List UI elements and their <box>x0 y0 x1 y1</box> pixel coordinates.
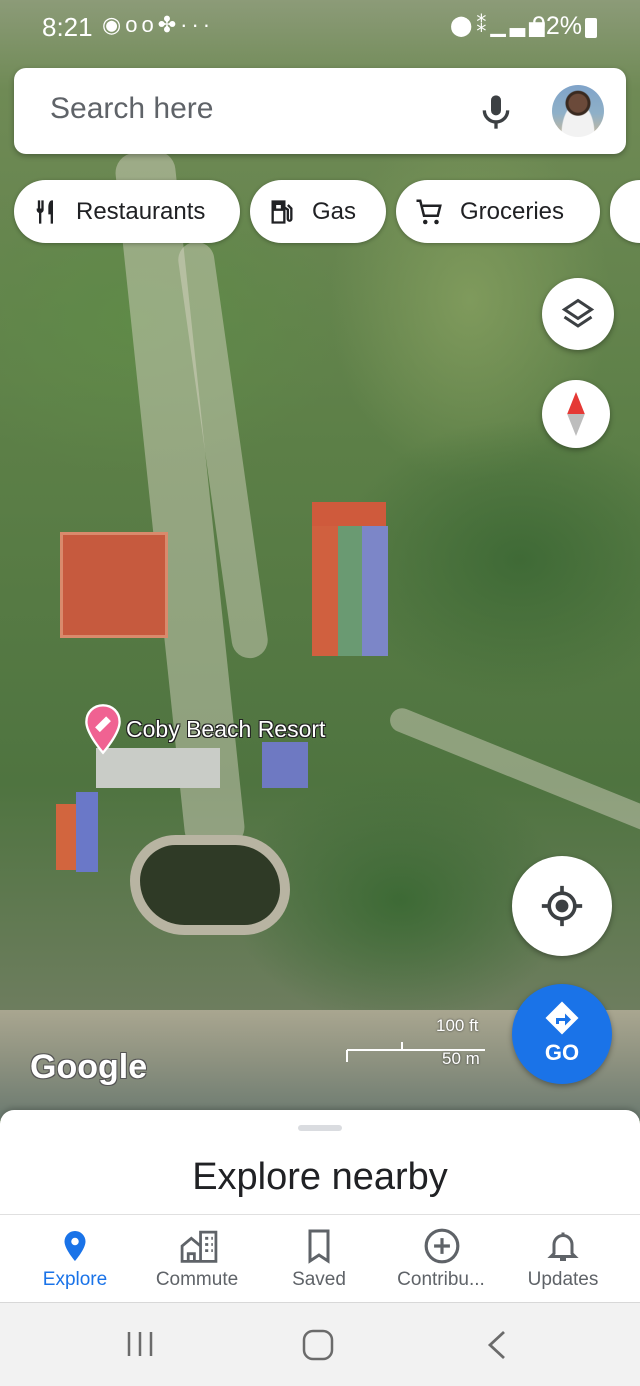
home-icon[interactable] <box>302 1329 334 1361</box>
place-pin-icon[interactable] <box>84 703 122 755</box>
mic-icon[interactable] <box>476 90 516 134</box>
swimming-pool <box>140 845 280 925</box>
account-avatar[interactable] <box>552 85 604 137</box>
battery-icon <box>585 18 597 38</box>
notification-icons: ◉ᴏᴏ✤··· <box>102 12 214 38</box>
commute-icon <box>180 1230 218 1263</box>
chip-groceries[interactable]: Groceries <box>396 180 600 243</box>
search-bar[interactable] <box>14 68 626 154</box>
go-label: GO <box>544 1040 580 1065</box>
my-location-button[interactable] <box>512 856 612 956</box>
scale-ft: 100 ft <box>436 1016 479 1035</box>
go-button[interactable]: GO <box>512 984 612 1084</box>
bell-icon <box>547 1232 579 1261</box>
nav-saved[interactable]: Saved <box>255 1215 383 1303</box>
compass-button[interactable] <box>542 380 610 448</box>
app-icon: ✤ <box>157 12 181 37</box>
building-roof <box>262 742 308 788</box>
status-bar: 8:21 ◉ᴏᴏ✤··· ⬤⁑▁▃▅ 92% <box>0 0 640 56</box>
messenger-icon: ◉ <box>102 12 126 37</box>
chip-restaurants[interactable]: Restaurants <box>14 180 240 243</box>
building-roof <box>76 792 98 872</box>
building-roof <box>56 804 76 870</box>
more-icon: ··· <box>180 12 215 37</box>
voicemail-icon: ᴏᴏ <box>125 12 158 37</box>
nav-label: Explore <box>42 1269 108 1290</box>
android-nav-bar <box>0 1302 640 1386</box>
chip-gas[interactable]: Gas <box>250 180 386 243</box>
compass-icon <box>567 392 585 436</box>
nav-contribute[interactable]: Contribu... <box>377 1215 505 1303</box>
nav-explore[interactable]: Explore <box>11 1215 139 1303</box>
pin-icon <box>64 1231 86 1261</box>
vibrate-icon: ⁑ <box>476 15 491 37</box>
scale-m: 50 m <box>442 1049 480 1068</box>
gas-station-icon <box>271 199 293 224</box>
nav-label: Commute <box>155 1269 239 1290</box>
map-road <box>386 704 640 840</box>
building-roof <box>312 502 386 526</box>
layers-icon <box>561 298 595 328</box>
back-icon[interactable] <box>486 1330 508 1360</box>
location-icon: ⬤ <box>450 15 477 37</box>
building-roof <box>338 526 362 656</box>
recents-icon[interactable] <box>126 1331 154 1357</box>
battery-percent: 92% <box>532 12 583 40</box>
sheet-title: Explore nearby <box>192 1156 448 1198</box>
directions-icon <box>545 1001 579 1035</box>
add-circle-icon <box>424 1228 460 1264</box>
my-location-icon <box>541 885 583 927</box>
sheet-handle[interactable] <box>298 1125 342 1131</box>
tennis-court <box>60 532 168 638</box>
chip-label: Restaurants <box>76 197 206 225</box>
nav-updates[interactable]: Updates <box>499 1215 627 1303</box>
place-label[interactable]: Coby Beach Resort <box>126 716 325 743</box>
building-roof <box>312 526 338 656</box>
nav-commute[interactable]: Commute <box>133 1215 261 1303</box>
search-input[interactable] <box>50 92 430 126</box>
status-time: 8:21 <box>42 12 93 42</box>
nav-label: Saved <box>292 1269 346 1290</box>
layers-button[interactable] <box>542 278 614 350</box>
nav-label: Updates <box>527 1269 599 1290</box>
building-roof <box>362 526 388 656</box>
chip-label: Groceries <box>460 197 565 225</box>
shopping-cart-icon <box>416 199 442 224</box>
nav-label: Contribu... <box>397 1269 485 1290</box>
google-logo: Google <box>30 1048 148 1086</box>
fork-knife-icon <box>36 199 53 224</box>
bookmark-icon <box>308 1229 330 1264</box>
bottom-nav: Explore Commute Saved Contribu... Update… <box>0 1214 640 1302</box>
explore-sheet[interactable]: Explore nearby <box>0 1110 640 1214</box>
chip-label: Gas <box>312 197 357 225</box>
